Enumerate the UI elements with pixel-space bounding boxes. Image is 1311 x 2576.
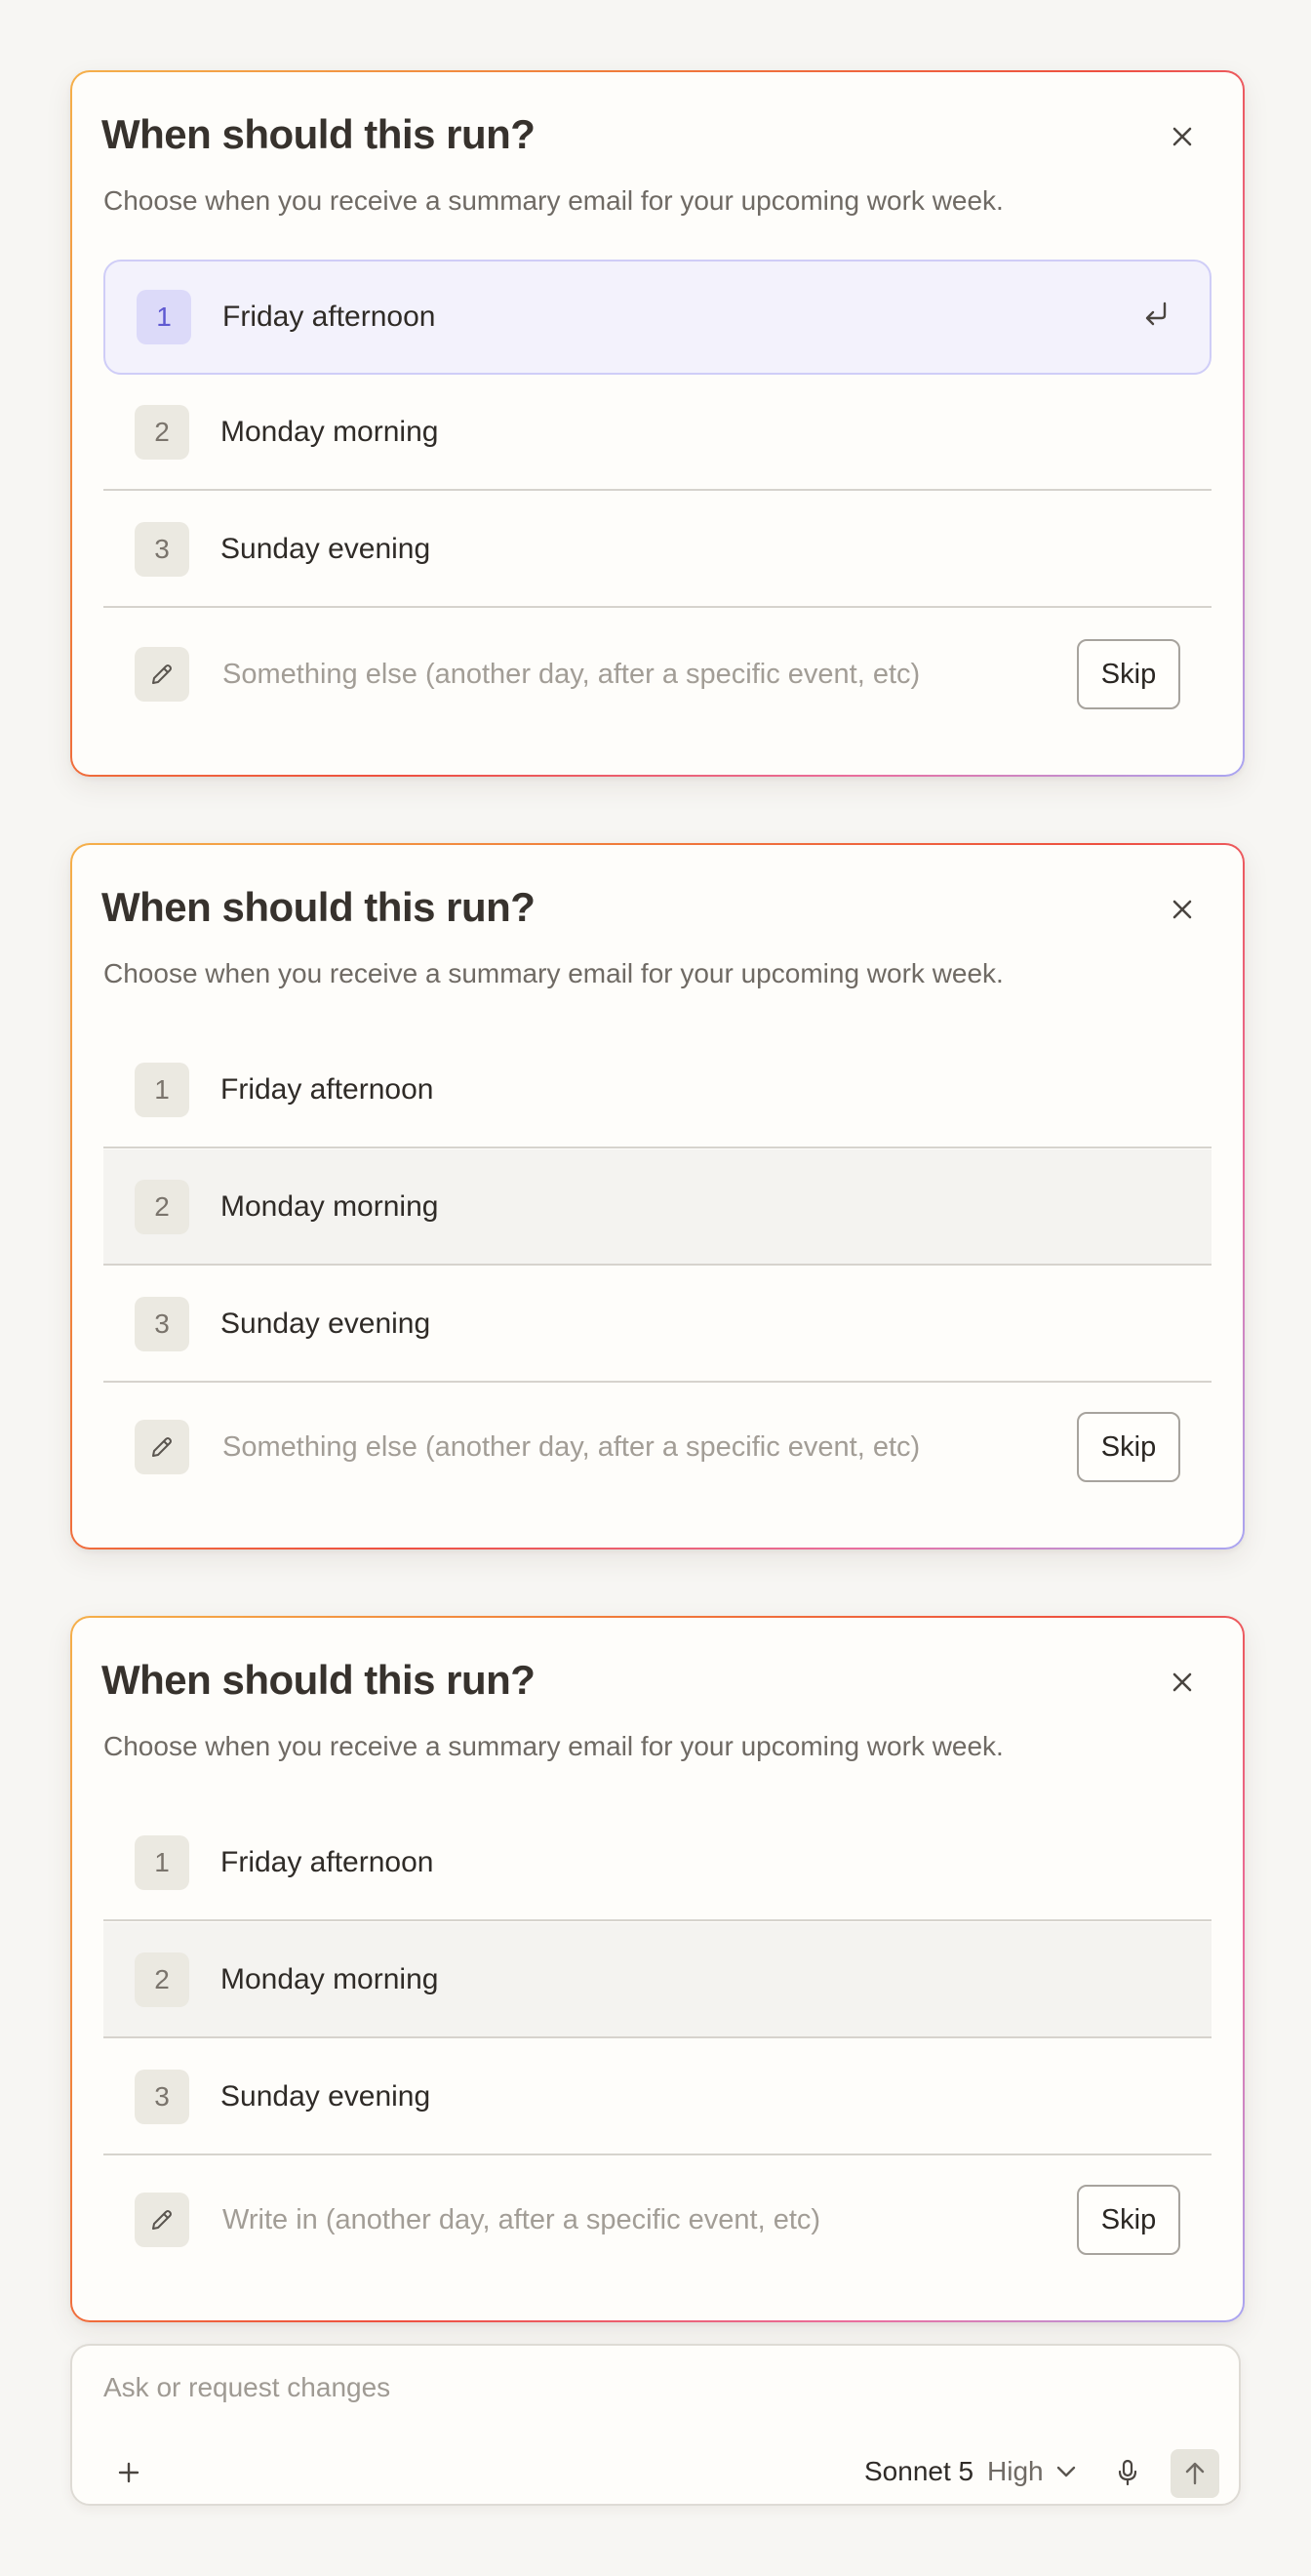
write-in-input[interactable] [220, 1429, 1077, 1465]
option-number: 2 [135, 1180, 189, 1234]
microphone-icon [1118, 2459, 1137, 2486]
option-label: Monday morning [220, 1190, 439, 1223]
question-card: When should this run? Choose when you re… [70, 1616, 1245, 2322]
question-card: When should this run? Choose when you re… [70, 843, 1245, 1550]
card-subtitle: Choose when you receive a summary email … [103, 1731, 1004, 1761]
option-number: 2 [135, 405, 189, 460]
option-label: Friday afternoon [222, 301, 436, 333]
option-sunday-evening[interactable]: 3 Sunday evening [103, 1267, 1212, 1383]
close-button[interactable] [1161, 888, 1204, 931]
card-subtitle: Choose when you receive a summary email … [103, 185, 1004, 216]
pencil-icon [135, 647, 189, 702]
option-monday-morning[interactable]: 2 Monday morning [103, 1149, 1212, 1266]
card-title: When should this run? [101, 884, 536, 930]
send-button[interactable] [1171, 2449, 1219, 2498]
arrow-up-icon [1185, 2462, 1205, 2485]
model-selector[interactable]: Sonnet 5 [864, 2456, 973, 2487]
option-friday-afternoon[interactable]: 1 Friday afternoon [103, 1032, 1212, 1148]
option-number: 1 [135, 1063, 189, 1117]
option-label: Sunday evening [220, 1308, 431, 1340]
write-in-row: Skip [103, 2156, 1212, 2283]
option-label: Sunday evening [220, 533, 431, 565]
option-sunday-evening[interactable]: 3 Sunday evening [103, 2039, 1212, 2155]
write-in-row: Skip [103, 1384, 1212, 1510]
option-label: Friday afternoon [220, 1073, 434, 1106]
option-friday-afternoon[interactable]: 1 Friday afternoon [103, 1805, 1212, 1921]
card-subtitle: Choose when you receive a summary email … [103, 958, 1004, 988]
close-icon [1172, 1672, 1192, 1692]
option-label: Friday afternoon [220, 1846, 434, 1878]
write-in-input[interactable] [220, 657, 1077, 692]
card-body: When should this run? Choose when you re… [72, 72, 1243, 775]
option-monday-morning[interactable]: 2 Monday morning [103, 375, 1212, 491]
option-number: 1 [135, 1835, 189, 1890]
write-in-row: Skip [103, 611, 1212, 738]
chevron-down-icon [1056, 2466, 1075, 2477]
card-body: When should this run? Choose when you re… [72, 845, 1243, 1548]
option-number: 3 [135, 522, 189, 577]
option-label: Monday morning [220, 416, 439, 448]
close-button[interactable] [1161, 1661, 1204, 1704]
close-button[interactable] [1161, 115, 1204, 158]
skip-button[interactable]: Skip [1077, 2185, 1180, 2255]
chat-input[interactable] [101, 2371, 1081, 2404]
plus-icon [118, 2462, 139, 2483]
card-title: When should this run? [101, 1657, 536, 1703]
skip-button[interactable]: Skip [1077, 639, 1180, 709]
option-number: 3 [135, 2070, 189, 2124]
chat-composer: Sonnet 5 High [70, 2344, 1241, 2506]
pencil-icon [135, 2193, 189, 2247]
option-label: Monday morning [220, 1963, 439, 1995]
card-title: When should this run? [101, 111, 536, 157]
add-attachment-button[interactable] [109, 2453, 148, 2492]
option-number: 2 [135, 1952, 189, 2007]
option-friday-afternoon[interactable]: 1 Friday afternoon [103, 260, 1212, 375]
write-in-input[interactable] [220, 2202, 1077, 2237]
pencil-icon [135, 1420, 189, 1474]
card-body: When should this run? Choose when you re… [72, 1618, 1243, 2320]
option-number: 3 [135, 1297, 189, 1351]
option-number: 1 [137, 290, 191, 344]
option-sunday-evening[interactable]: 3 Sunday evening [103, 492, 1212, 608]
skip-button[interactable]: Skip [1077, 1412, 1180, 1482]
close-icon [1172, 900, 1192, 919]
enter-return-icon [1145, 302, 1167, 326]
option-monday-morning[interactable]: 2 Monday morning [103, 1922, 1212, 2038]
effort-label: High [987, 2456, 1044, 2486]
microphone-button[interactable] [1106, 2451, 1149, 2494]
close-icon [1172, 127, 1192, 146]
effort-selector[interactable]: High [987, 2456, 1077, 2487]
question-card: When should this run? Choose when you re… [70, 70, 1245, 777]
option-label: Sunday evening [220, 2080, 431, 2113]
